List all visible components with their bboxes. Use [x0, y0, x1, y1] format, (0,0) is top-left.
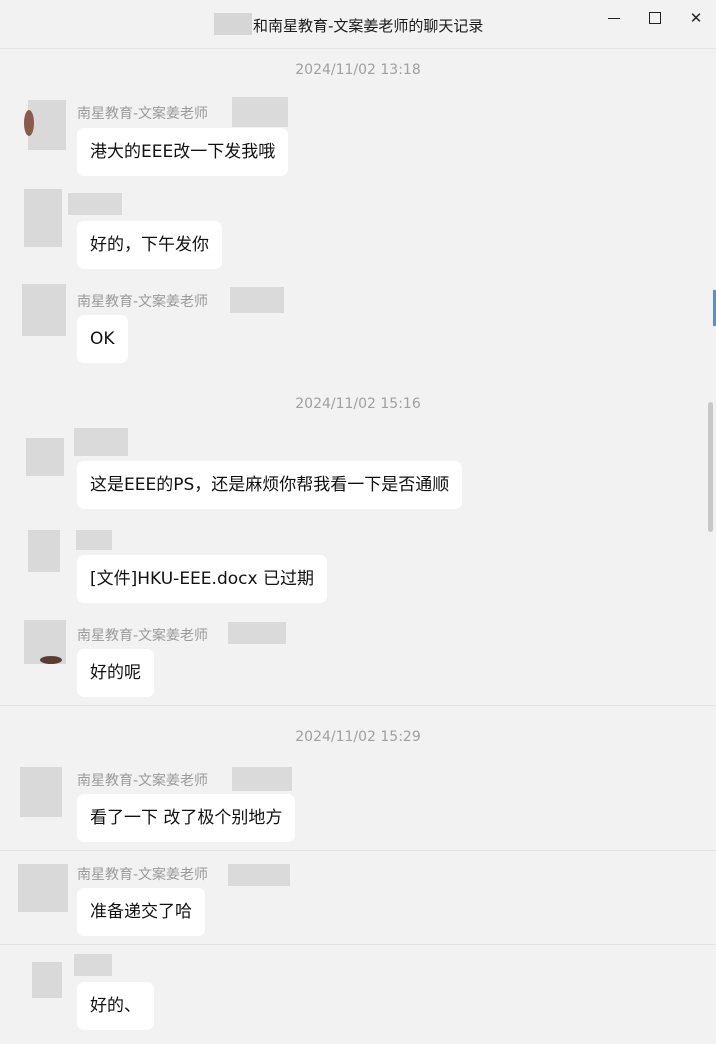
redacted-text [230, 287, 284, 313]
file-message-bubble[interactable]: [文件]HKU-EEE.docx 已过期 [77, 555, 327, 603]
scrollbar-thumb[interactable] [708, 402, 713, 532]
redacted-name [214, 13, 252, 35]
redacted-text [232, 97, 288, 127]
minimize-icon [608, 18, 620, 19]
close-icon: ✕ [689, 9, 703, 27]
redacted-name [74, 428, 128, 456]
timestamp: 2024/11/02 15:29 [295, 729, 421, 745]
message-bubble[interactable]: 准备递交了哈 [77, 888, 205, 936]
window-title: 和南星教育-文案姜老师的聊天记录 [253, 17, 484, 35]
avatar[interactable] [22, 284, 66, 336]
redacted-text [228, 864, 290, 886]
redacted-name [76, 530, 112, 550]
timestamp: 2024/11/02 13:18 [295, 62, 421, 78]
message-bubble[interactable]: 港大的EEE改一下发我哦 [77, 128, 289, 176]
divider [0, 850, 716, 851]
avatar[interactable] [24, 189, 62, 247]
redacted-name [74, 954, 112, 976]
sender-name: 南星教育-文案姜老师 [77, 106, 209, 122]
avatar[interactable] [20, 767, 62, 817]
message-bubble[interactable]: 看了一下 改了极个别地方 [77, 794, 296, 842]
divider [0, 944, 716, 945]
redacted-name [68, 193, 122, 215]
message-bubble[interactable]: 好的呢 [77, 649, 154, 697]
minimize-button[interactable] [596, 6, 632, 30]
avatar[interactable] [28, 530, 60, 572]
sender-name: 南星教育-文案姜老师 [77, 294, 209, 310]
avatar[interactable] [24, 100, 66, 150]
sender-name: 南星教育-文案姜老师 [77, 773, 209, 789]
avatar[interactable] [26, 438, 64, 476]
divider [0, 705, 716, 706]
avatar[interactable] [32, 962, 62, 998]
message-bubble[interactable]: OK [77, 315, 128, 363]
timestamp: 2024/11/02 15:16 [295, 396, 421, 412]
redacted-text [232, 767, 292, 791]
close-button[interactable]: ✕ [678, 6, 714, 30]
avatar[interactable] [18, 864, 68, 912]
sender-name: 南星教育-文案姜老师 [77, 867, 209, 883]
message-bubble[interactable]: 好的、 [77, 982, 154, 1030]
message-bubble[interactable]: 这是EEE的PS，还是麻烦你帮我看一下是否通顺 [77, 461, 463, 509]
sender-name: 南星教育-文案姜老师 [77, 628, 209, 644]
message-bubble[interactable]: 好的，下午发你 [77, 221, 222, 269]
maximize-icon [649, 12, 661, 24]
chat-history-window: 和南星教育-文案姜老师的聊天记录 ✕ 2024/11/02 13:18 南星教育… [0, 0, 716, 1044]
redacted-text [228, 622, 286, 644]
avatar[interactable] [24, 620, 66, 664]
maximize-button[interactable] [637, 6, 673, 30]
title-bar: 和南星教育-文案姜老师的聊天记录 ✕ [0, 0, 716, 49]
